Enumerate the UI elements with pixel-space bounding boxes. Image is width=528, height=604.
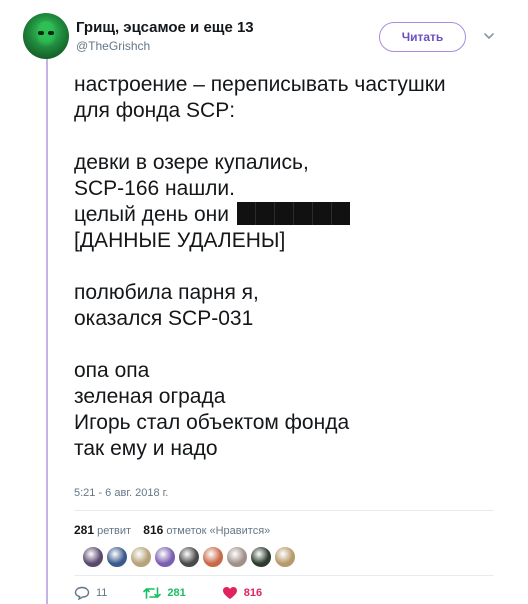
tweet-line: настроение – переписывать частушки — [74, 73, 446, 96]
divider — [74, 510, 494, 511]
retweets-label[interactable]: ретвит — [97, 525, 131, 537]
tweet-line: [ДАННЫЕ УДАЛЕНЫ] — [74, 229, 286, 252]
tweet-text: настроение – переписывать частушки для ф… — [74, 72, 514, 462]
avatar[interactable] — [23, 13, 69, 59]
tweet-actions: 11 281 816 — [74, 586, 298, 600]
liker-avatar[interactable] — [82, 546, 104, 568]
reply-button[interactable]: 11 — [74, 586, 107, 600]
like-count: 816 — [243, 587, 263, 599]
display-name[interactable]: Грищ, эцсамое и еще 13 — [76, 19, 254, 36]
heart-icon — [222, 587, 237, 599]
reply-icon — [74, 586, 90, 600]
avatar-eye-left — [38, 31, 44, 35]
liker-avatar[interactable] — [250, 546, 272, 568]
tweet-line-with-redaction: целый день они — [74, 202, 514, 228]
engagement-stats: 281 ретвит 816 отметок «Нравится» — [74, 523, 270, 537]
liker-avatar[interactable] — [226, 546, 248, 568]
liker-avatar[interactable] — [178, 546, 200, 568]
tweet-timestamp[interactable]: 5:21 - 6 авг. 2018 г. — [74, 487, 168, 499]
likes-label[interactable]: отметок «Нравится» — [166, 525, 270, 537]
liker-avatar[interactable] — [130, 546, 152, 568]
reply-count: 11 — [96, 587, 108, 599]
retweet-count: 281 — [167, 587, 186, 599]
thread-line — [46, 58, 48, 604]
divider — [74, 575, 494, 576]
avatar-face — [35, 21, 57, 49]
user-handle[interactable]: @TheGrishch — [76, 39, 150, 53]
tweet-line: Игорь стал объектом фонда — [74, 411, 350, 434]
retweet-button[interactable]: 281 — [143, 586, 186, 600]
tweet-line: девки в озере купались, — [74, 151, 309, 174]
tweet-line: опа опа — [74, 359, 150, 382]
avatar-eye-right — [48, 31, 54, 35]
tweet-line: полюбила парня я, — [74, 281, 259, 304]
tweet-line: так ему и надо — [74, 437, 218, 460]
follow-button[interactable]: Читать — [379, 22, 466, 52]
tweet-line: SCP-166 нашли. — [74, 177, 235, 200]
liker-avatar[interactable] — [274, 546, 296, 568]
redaction-bar — [236, 202, 350, 225]
liker-avatar[interactable] — [202, 546, 224, 568]
liker-avatars — [82, 546, 296, 568]
tweet-line: зеленая ограда — [74, 385, 226, 408]
like-button[interactable]: 816 — [222, 586, 262, 600]
retweets-count[interactable]: 281 — [74, 523, 94, 537]
tweet-line-text: целый день они — [74, 203, 229, 226]
liker-avatar[interactable] — [106, 546, 128, 568]
likes-count[interactable]: 816 — [143, 523, 163, 537]
liker-avatar[interactable] — [154, 546, 176, 568]
chevron-down-icon[interactable] — [482, 29, 496, 43]
retweet-icon — [143, 587, 162, 599]
tweet-line: оказался SCP-031 — [74, 307, 254, 330]
tweet-line: для фонда SCP: — [74, 99, 236, 122]
